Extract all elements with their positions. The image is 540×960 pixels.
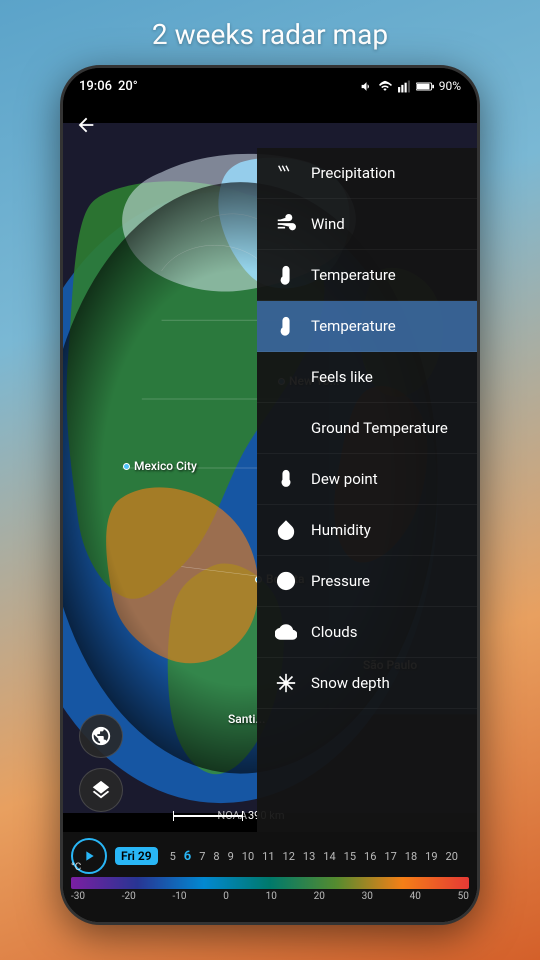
status-bar: 19:06 20° 90%	[63, 68, 477, 104]
city-label-mexicocity: Mexico City	[123, 459, 197, 473]
signal-icon	[397, 80, 411, 93]
menu-item-pressure[interactable]: Pressure	[257, 556, 477, 607]
snow-depth-label: Snow depth	[311, 674, 390, 692]
menu-item-snow-depth[interactable]: Snow depth	[257, 658, 477, 709]
scale-label-30: 30	[362, 891, 373, 902]
temperature-active-label: Temperature	[311, 317, 396, 335]
menu-item-humidity[interactable]: Humidity	[257, 505, 477, 556]
scale-labels: -30 -20 -10 0 10 20 30 40 50	[63, 890, 477, 906]
humidity-icon	[273, 517, 299, 543]
menu-item-clouds[interactable]: Clouds	[257, 607, 477, 658]
scale-label-neg30: -30	[71, 891, 85, 902]
time-14[interactable]: 14	[319, 850, 339, 863]
color-scale: °C	[63, 876, 477, 890]
time-19[interactable]: 19	[421, 850, 441, 863]
temperature-label: Temperature	[311, 266, 396, 284]
scale-label-neg20: -20	[122, 891, 136, 902]
thermometer-active-icon	[273, 313, 299, 339]
phone-frame: 19:06 20° 90%	[60, 65, 480, 925]
thermometer-icon	[273, 262, 299, 288]
menu-item-temperature-active[interactable]: Temperature	[257, 301, 477, 352]
wind-icon	[273, 211, 299, 237]
timeline-top: Fri 29 5 6 7 8 9 10 11 12 13 14 15 16 17…	[63, 832, 477, 876]
menu-item-wind[interactable]: Wind	[257, 199, 477, 250]
status-left: 19:06 20°	[79, 79, 138, 94]
menu-item-feels-like[interactable]: Feels like	[257, 352, 477, 403]
menu-item-precipitation[interactable]: Precipitation	[257, 148, 477, 199]
temp-unit-label: °C	[71, 862, 81, 873]
time-6[interactable]: 6	[180, 849, 195, 864]
humidity-label: Humidity	[311, 521, 371, 539]
pressure-label: Pressure	[311, 572, 370, 590]
precipitation-icon	[273, 160, 299, 186]
ground-temp-icon	[273, 415, 299, 441]
time-10[interactable]: 10	[238, 850, 258, 863]
scale-label-50: 50	[458, 891, 469, 902]
pressure-icon	[273, 568, 299, 594]
snow-icon	[273, 670, 299, 696]
page-title: 2 weeks radar map	[0, 0, 540, 65]
date-badge: Fri 29	[115, 847, 158, 865]
time-15[interactable]: 15	[340, 850, 360, 863]
feels-like-icon	[273, 364, 299, 390]
map-layers-button[interactable]	[79, 768, 123, 812]
ground-temp-label: Ground Temperature	[311, 419, 448, 437]
scale-label-40: 40	[410, 891, 421, 902]
menu-panel: Precipitation Wind	[257, 148, 477, 832]
clouds-icon	[273, 619, 299, 645]
status-time: 19:06	[79, 79, 112, 94]
time-18[interactable]: 18	[401, 850, 421, 863]
volume-icon	[360, 80, 373, 93]
battery-percent: 90%	[439, 79, 461, 93]
time-8[interactable]: 8	[209, 850, 223, 863]
time-9[interactable]: 9	[224, 850, 238, 863]
globe-view-button[interactable]	[79, 714, 123, 758]
scale-label-0: 0	[223, 891, 229, 902]
back-button[interactable]	[75, 114, 97, 142]
clouds-label: Clouds	[311, 623, 357, 641]
time-11[interactable]: 11	[258, 850, 278, 863]
time-5[interactable]: 5	[166, 850, 180, 863]
menu-item-dew-point[interactable]: Dew point	[257, 454, 477, 505]
time-17[interactable]: 17	[380, 850, 400, 863]
status-right: 90%	[360, 79, 461, 93]
precipitation-label: Precipitation	[311, 164, 395, 182]
phone-content: New Yo... Mexico City Bogota São Paulo S…	[63, 104, 477, 922]
time-7[interactable]: 7	[195, 850, 209, 863]
timeline-numbers: 5 6 7 8 9 10 11 12 13 14 15 16 17 18 19 …	[166, 849, 469, 864]
time-13[interactable]: 13	[299, 850, 319, 863]
dew-point-icon	[273, 466, 299, 492]
time-20[interactable]: 20	[442, 850, 462, 863]
battery-icon	[416, 80, 434, 93]
noaa-label: NOAA	[217, 809, 247, 822]
color-bar	[71, 877, 469, 889]
menu-item-ground-temp[interactable]: Ground Temperature	[257, 403, 477, 454]
map-controls	[79, 714, 123, 812]
status-temp: 20°	[118, 79, 138, 94]
wind-label: Wind	[311, 215, 345, 233]
time-12[interactable]: 12	[279, 850, 299, 863]
time-16[interactable]: 16	[360, 850, 380, 863]
scale-label-20: 20	[314, 891, 325, 902]
scale-label-neg10: -10	[173, 891, 187, 902]
feels-like-label: Feels like	[311, 368, 373, 386]
dew-point-label: Dew point	[311, 470, 378, 488]
menu-item-temperature[interactable]: Temperature	[257, 250, 477, 301]
wifi-icon	[378, 80, 392, 93]
timeline-bar: Fri 29 5 6 7 8 9 10 11 12 13 14 15 16 17…	[63, 832, 477, 922]
scale-label-10: 10	[266, 891, 277, 902]
